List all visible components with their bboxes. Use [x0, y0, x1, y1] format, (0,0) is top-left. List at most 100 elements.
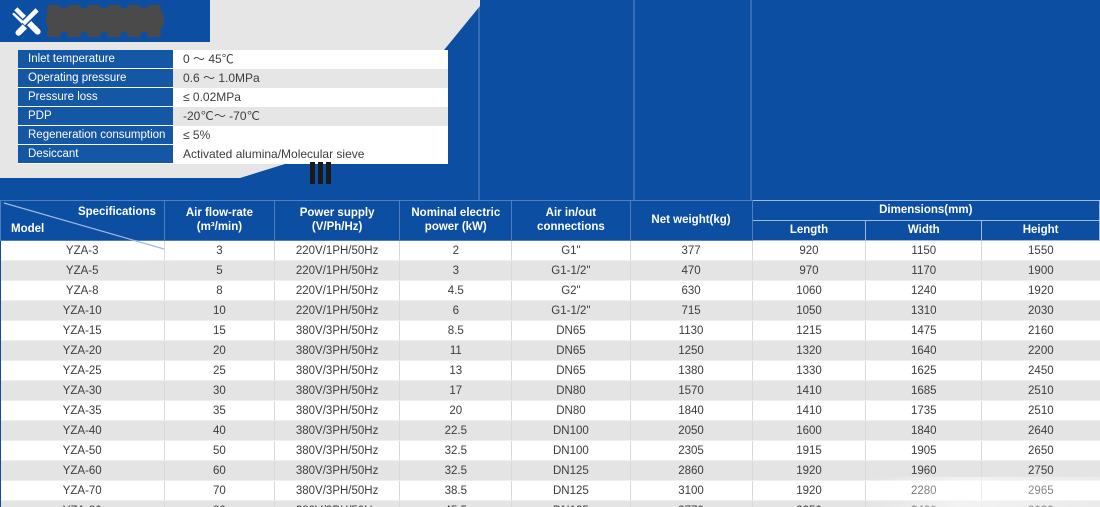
table-row: YZA-25 25 380V/3PH/50Hz 13 DN65 1380 1330 1625 2… — [0, 360, 1100, 381]
cell-width: 1310 — [865, 300, 983, 321]
header-connections-unit: connections — [537, 220, 605, 233]
cell-connection: G1" — [511, 240, 631, 261]
background-stripe — [633, 0, 635, 200]
cell-height: 2650 — [981, 440, 1100, 461]
cell-power-supply: 220V/1PH/50Hz — [274, 240, 401, 261]
spec-label: Desiccant — [18, 145, 173, 164]
cell-power-supply: 220V/1PH/50Hz — [274, 260, 401, 281]
cell-model: YZA-70 — [0, 480, 165, 501]
header-power-supply-label: Power supply — [299, 207, 375, 220]
table-body: YZA-3 3 220V/1PH/50Hz 2 G1" 377 920 1150 1550 YZA… — [0, 240, 1100, 507]
cell-model: YZA-60 — [0, 460, 165, 481]
cell-length: 1050 — [752, 300, 867, 321]
cell-length: 1600 — [752, 420, 867, 441]
cell-net-weight: 3770 — [630, 500, 753, 507]
table-row: YZA-8080380V/3PH/50Hz45.5DN1253770225024… — [0, 500, 1100, 507]
cell-connection: DN80 — [511, 400, 631, 421]
cell-net-weight: 2305 — [630, 440, 753, 461]
cell-height: 2965 — [981, 480, 1100, 501]
cell-length: 970 — [752, 260, 867, 281]
cell-length: 1330 — [752, 360, 867, 381]
corner-model-label: Model — [11, 222, 45, 235]
table-row: YZA-8 8 220V/1PH/50Hz 4.5 G2" 630 1060 1240 1920 — [0, 280, 1100, 301]
spec-value: 0 ～ 45℃ — [173, 50, 448, 69]
cell-connection: DN80 — [511, 380, 631, 401]
cell-height: 2030 — [981, 300, 1100, 321]
header-air-flow-rate-label: Air flow-rate — [185, 207, 253, 220]
header-net-weight: Net weight(kg) — [629, 200, 753, 241]
cell-height: 2200 — [981, 340, 1100, 361]
header-power-supply: Power supply (V/Ph/Hz) — [273, 200, 401, 241]
cell-net-weight: 2860 — [630, 460, 753, 481]
cell-length: 1320 — [752, 340, 867, 361]
cell-width: 1625 — [865, 360, 983, 381]
cell-width: 1240 — [865, 280, 983, 301]
header-nominal-power-label: Nominal electric — [411, 207, 501, 220]
cell-width: 1840 — [865, 420, 983, 441]
spec-value: 0.6 ～ 1.0MPa — [173, 69, 448, 88]
cell-height: 2510 — [981, 380, 1100, 401]
cell-model: YZA-25 — [0, 360, 165, 381]
redacted-title — [46, 5, 164, 35]
cell-power-supply: 220V/1PH/50Hz — [274, 280, 401, 301]
spec-value: ≤ 5% — [173, 126, 448, 145]
spec-row: PDP -20℃～ -70℃ — [18, 107, 448, 126]
cell-air-flow-rate: 35 — [164, 400, 275, 421]
cell-model: YZA-8 — [0, 280, 165, 301]
cell-net-weight: 3100 — [630, 480, 753, 501]
cell-length: 1410 — [752, 380, 867, 401]
table-row: YZA-70 70 380V/3PH/50Hz 38.5 DN125 3100 1920 22… — [0, 480, 1100, 501]
cell-air-flow-rate: 80 — [164, 500, 275, 507]
cell-connection: DN125 — [511, 480, 631, 501]
cell-nominal-power: 6 — [399, 300, 513, 321]
cell-net-weight: 1840 — [630, 400, 753, 421]
cell-model: YZA-5 — [0, 260, 165, 281]
cell-width: 1905 — [865, 440, 983, 461]
cell-net-weight: 2050 — [630, 420, 753, 441]
cell-power-supply: 380V/3PH/50Hz — [274, 320, 401, 341]
cell-nominal-power: 3 — [399, 260, 513, 281]
cell-net-weight: 1130 — [630, 320, 753, 341]
cell-air-flow-rate: 10 — [164, 300, 275, 321]
table-row: YZA-10 10 220V/1PH/50Hz 6 G1-1/2" 715 1050 1310… — [0, 300, 1100, 321]
cell-net-weight: 377 — [630, 240, 753, 261]
specification-table: Specifications Model Air flow-rate (m³/m… — [0, 200, 1100, 507]
header-power-supply-unit: (V/Ph/Hz) — [311, 220, 363, 233]
cell-connection: DN65 — [511, 340, 631, 361]
cell-nominal-power: 45.5 — [399, 500, 513, 507]
cell-model: YZA-20 — [0, 340, 165, 361]
table-row: YZA-30 30 380V/3PH/50Hz 17 DN80 1570 1410 1685 2… — [0, 380, 1100, 401]
cell-connection: G2" — [511, 280, 631, 301]
table-row: YZA-15 15 380V/3PH/50Hz 8.5 DN65 1130 1215 1475… — [0, 320, 1100, 341]
header-dimensions: Dimensions(mm) — [751, 200, 1100, 221]
cell-model: YZA-80 — [0, 500, 165, 507]
spec-row: Pressure loss ≤ 0.02MPa — [18, 88, 448, 107]
cell-height: 2160 — [981, 320, 1100, 341]
cell-power-supply: 220V/1PH/50Hz — [274, 300, 401, 321]
cell-length: 1920 — [752, 460, 867, 481]
cell-nominal-power: 13 — [399, 360, 513, 381]
cell-air-flow-rate: 25 — [164, 360, 275, 381]
cell-nominal-power: 8.5 — [399, 320, 513, 341]
cell-model: YZA-30 — [0, 380, 165, 401]
spec-list: Inlet temperature 0 ～ 45℃ Operating pres… — [18, 50, 448, 164]
spec-row: Operating pressure 0.6 ～ 1.0MPa — [18, 69, 448, 88]
cell-net-weight: 1250 — [630, 340, 753, 361]
cell-power-supply: 380V/3PH/50Hz — [274, 440, 401, 461]
spec-row: Inlet temperature 0 ～ 45℃ — [18, 50, 448, 69]
title-bar — [0, 0, 210, 42]
cell-power-supply: 380V/3PH/50Hz — [274, 480, 401, 501]
header-nominal-power: Nominal electric power (kW) — [399, 200, 513, 241]
cell-nominal-power: 32.5 — [399, 440, 513, 461]
corner-header-cell: Specifications Model — [0, 200, 165, 250]
cell-width: 1735 — [865, 400, 983, 421]
cell-connection: DN125 — [511, 500, 631, 507]
cell-model: YZA-15 — [0, 320, 165, 341]
cell-connection: DN100 — [511, 440, 631, 461]
cell-connection: G1-1/2" — [511, 300, 631, 321]
cell-net-weight: 715 — [630, 300, 753, 321]
cell-width: 2280 — [865, 480, 983, 501]
header-connections-label: Air in/out — [545, 207, 597, 220]
table-row: YZA-35 35 380V/3PH/50Hz 20 DN80 1840 1410 1735 2… — [0, 400, 1100, 421]
cell-width: 1475 — [865, 320, 983, 341]
